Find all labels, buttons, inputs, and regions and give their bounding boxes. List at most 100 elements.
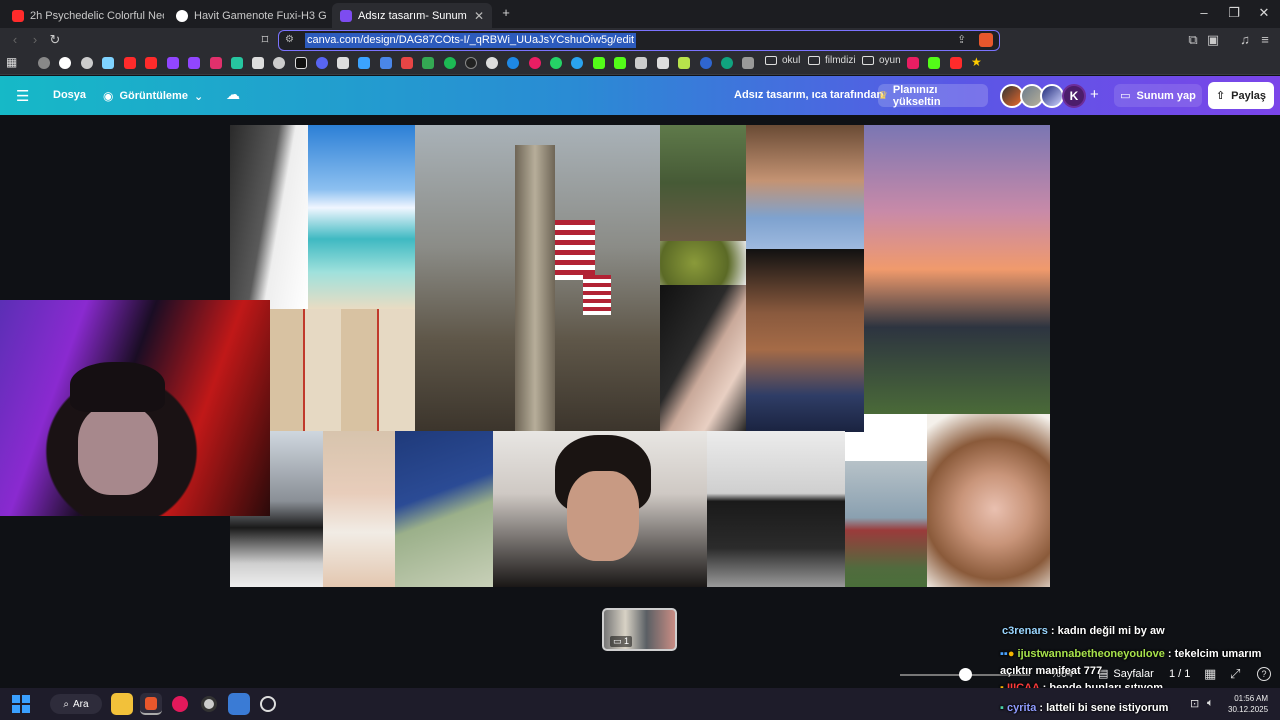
bookmark-folder-okul[interactable]: okul — [765, 55, 800, 66]
menu-icon[interactable]: ≡ — [1256, 31, 1274, 49]
bookmark-white-2-icon[interactable] — [657, 57, 669, 69]
wallet-icon[interactable]: ▣ — [1204, 31, 1222, 49]
brave-shield-icon[interactable] — [979, 33, 993, 47]
taskbar-search[interactable]: ⌕ Ara — [50, 694, 102, 714]
hamburger-menu-icon[interactable]: ☰ — [16, 87, 29, 105]
twitch-bookmark-2-icon[interactable] — [188, 57, 200, 69]
browser-tab-2[interactable]: Havit Gamenote Fuxi-H3 Gaming Oy — [168, 3, 326, 28]
gemini-bookmark-icon[interactable] — [102, 57, 114, 69]
close-window-icon[interactable]: ✕ — [1252, 4, 1276, 22]
bookmark-dark-icon[interactable] — [465, 57, 477, 69]
tarot-meme-grid-photo[interactable] — [267, 309, 415, 435]
apps-grid-icon[interactable]: ▦ — [6, 55, 20, 69]
man-selfie-photo[interactable] — [493, 431, 707, 587]
docs-bookmark-icon[interactable] — [380, 57, 392, 69]
kick-bookmark-icon[interactable] — [593, 57, 605, 69]
photos-app-icon[interactable] — [228, 693, 250, 715]
file-explorer-icon[interactable] — [111, 693, 133, 715]
tiktok-bookmark-icon[interactable] — [295, 57, 307, 69]
bodybuilder-photo[interactable] — [746, 249, 864, 432]
bookmark-folder-oyun[interactable]: oyun — [862, 55, 901, 66]
present-button[interactable]: ▭ Sunum yap — [1114, 84, 1202, 107]
telegram-bookmark-icon[interactable] — [571, 57, 583, 69]
twitch-bookmark-icon[interactable] — [167, 57, 179, 69]
upgrade-plan-button[interactable]: ♛ Planınızı yükseltin — [878, 84, 988, 108]
avatar-initial[interactable]: K — [1062, 84, 1086, 108]
close-tab-icon[interactable]: ✕ — [468, 9, 484, 23]
zoom-slider-handle[interactable] — [958, 668, 972, 681]
browser-tab-3-active[interactable]: Adsız tasarım- Sunum ✕ — [332, 3, 492, 28]
view-menu-button[interactable]: ◉ Görüntüleme ⌄ — [103, 89, 203, 103]
forward-icon[interactable]: › — [26, 31, 44, 49]
doll-photo[interactable] — [323, 431, 395, 587]
google-bookmark-icon[interactable] — [59, 57, 71, 69]
bookmark-teal-icon[interactable] — [231, 57, 243, 69]
url-text[interactable]: canva.com/design/DAG87COts-I/_qRBWi_UUaJ… — [305, 33, 637, 48]
drive-bookmark-icon[interactable] — [422, 57, 434, 69]
file-menu-button[interactable]: Dosya — [53, 89, 86, 101]
bookmark-icon[interactable]: ⌑ — [256, 31, 274, 49]
new-tab-icon[interactable]: + — [494, 4, 518, 22]
windows-start-icon[interactable] — [12, 695, 30, 713]
g-wagon-photo[interactable] — [707, 431, 845, 587]
woman-portrait-photo[interactable] — [746, 125, 864, 249]
bookmark-gray-2-icon[interactable] — [635, 57, 647, 69]
bookmark-pink-2-icon[interactable] — [907, 57, 919, 69]
curly-hair-photo[interactable] — [927, 414, 1050, 587]
bookmark-blue-3-icon[interactable] — [700, 57, 712, 69]
bookmark-lime-icon[interactable] — [678, 57, 690, 69]
bookmark-green-icon[interactable] — [721, 57, 733, 69]
volume-icon[interactable]: 🔈︎ — [1207, 697, 1214, 710]
empire-state-photo[interactable] — [415, 125, 660, 431]
bookmark-gray-icon[interactable] — [273, 57, 285, 69]
kick-bookmark-2-icon[interactable] — [614, 57, 626, 69]
kick-bookmark-3-icon[interactable] — [928, 57, 940, 69]
design-page[interactable] — [230, 125, 1050, 587]
spotify-bookmark-icon[interactable] — [444, 57, 456, 69]
bookmark-blue-2-icon[interactable] — [507, 57, 519, 69]
bookmark-white-icon[interactable] — [337, 57, 349, 69]
share-page-icon[interactable]: ⇪ — [957, 33, 966, 46]
extensions-icon[interactable]: ⧉ — [1184, 31, 1202, 49]
legs-photo[interactable] — [660, 285, 746, 432]
beach-photo[interactable] — [308, 125, 415, 309]
star-bookmark-icon[interactable]: ★ — [971, 55, 982, 69]
campfire-forest-photo[interactable] — [660, 125, 746, 241]
cloud-saved-icon[interactable]: ☁ — [226, 86, 240, 103]
back-icon[interactable]: ‹ — [6, 31, 24, 49]
avatar[interactable] — [1040, 84, 1064, 108]
discord-bookmark-icon[interactable] — [316, 57, 328, 69]
minimize-icon[interactable]: – — [1192, 4, 1216, 22]
bookmark-blue-icon[interactable] — [358, 57, 370, 69]
instagram-bookmark-icon[interactable] — [210, 57, 222, 69]
address-bar[interactable]: ⚙ canva.com/design/DAG87COts-I/_qRBWi_UU… — [278, 30, 1000, 51]
bookmark-pink-icon[interactable] — [529, 57, 541, 69]
share-button[interactable]: ⇧ Paylaş — [1208, 82, 1274, 109]
reload-icon[interactable]: ↻ — [46, 31, 64, 49]
github-bookmark-icon[interactable] — [486, 57, 498, 69]
passport-money-photo[interactable] — [395, 431, 493, 587]
media-icon[interactable]: ♫ — [1236, 31, 1254, 49]
herbs-photo[interactable] — [660, 241, 746, 285]
youtube-bookmark-3-icon[interactable] — [950, 57, 962, 69]
history-icon[interactable] — [38, 57, 50, 69]
x-bookmark-icon[interactable] — [252, 57, 264, 69]
sunset-street-photo[interactable] — [864, 125, 1050, 414]
browser-tab-1[interactable]: 2h Psychedelic Colorful Neon Backgr — [4, 3, 164, 28]
whatsapp-bookmark-icon[interactable] — [550, 57, 562, 69]
restore-icon[interactable]: ❐ — [1222, 4, 1246, 22]
bookmark-folder-filmdizi[interactable]: filmdizi — [808, 55, 856, 66]
media-player-icon[interactable] — [169, 693, 191, 715]
add-collaborator-icon[interactable]: + — [1090, 86, 1099, 103]
gmail-bookmark-icon[interactable] — [401, 57, 413, 69]
design-title[interactable]: Adsız tasarım, ıca tarafından — [734, 89, 883, 101]
bookmark-gray-3-icon[interactable] — [742, 57, 754, 69]
university-flags-photo[interactable] — [845, 461, 927, 587]
tattoo-arm-photo[interactable] — [230, 125, 308, 309]
network-icon[interactable]: ⊡ — [1190, 697, 1199, 710]
site-settings-icon[interactable]: ⚙ — [285, 34, 294, 45]
steam-icon[interactable] — [257, 693, 279, 715]
youtube-bookmark-icon[interactable] — [124, 57, 136, 69]
brave-taskbar-icon[interactable] — [140, 693, 162, 715]
obs-icon[interactable] — [198, 693, 220, 715]
